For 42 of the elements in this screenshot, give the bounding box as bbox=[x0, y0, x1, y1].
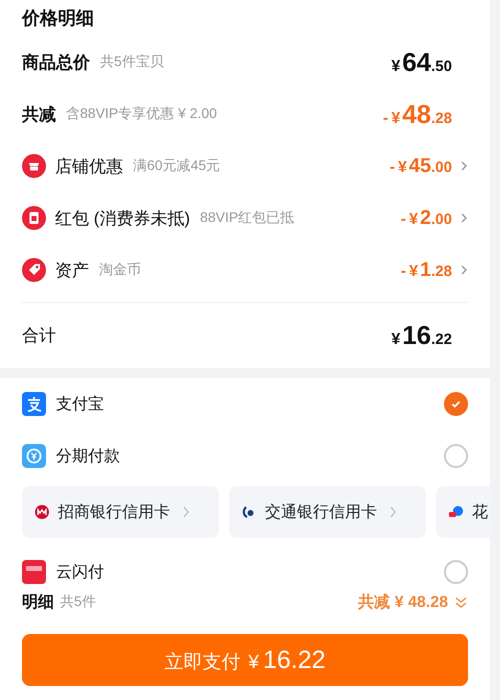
price-amount: - ¥1.28 bbox=[400, 258, 452, 282]
row-note: 共5件宝贝 bbox=[100, 53, 164, 71]
chevron-icon bbox=[182, 505, 190, 519]
row-label: 商品总价 bbox=[22, 52, 90, 74]
detail-label[interactable]: 明细 bbox=[22, 592, 54, 612]
payment-method-label[interactable]: 分期付款 bbox=[56, 446, 120, 466]
payment-method-label[interactable]: 云闪付 bbox=[56, 562, 104, 582]
shop-icon bbox=[22, 154, 46, 178]
installment-icon bbox=[22, 444, 46, 468]
radio-button[interactable] bbox=[444, 444, 468, 468]
row-note: 88VIP红包已抵 bbox=[200, 209, 294, 227]
huabei-logo-icon bbox=[448, 504, 464, 520]
discount-summary: 共减 ¥ 48.28 bbox=[358, 592, 448, 612]
bank-card-button[interactable]: 招商银行信用卡 bbox=[22, 486, 219, 538]
price-amount: ¥64.50 bbox=[391, 46, 452, 78]
price-amount: - ¥2.00 bbox=[400, 206, 452, 230]
bank-card-button[interactable]: 交通银行信用卡 bbox=[229, 486, 426, 538]
row-label: 红包 (消费券未抵) bbox=[55, 208, 190, 230]
row-note: 含88VIP专享优惠 ¥ 2.00 bbox=[66, 105, 217, 123]
total-amount: ¥16.22 bbox=[391, 320, 452, 350]
chevron-icon bbox=[389, 505, 397, 519]
radio-button[interactable] bbox=[444, 392, 468, 416]
row-label: 资产 bbox=[55, 260, 89, 282]
alipay-icon bbox=[22, 392, 46, 416]
expand-icon[interactable] bbox=[454, 595, 468, 609]
payment-method-label[interactable]: 支付宝 bbox=[56, 394, 104, 414]
price-amount: - ¥45.00 bbox=[390, 154, 452, 178]
row-note: 满60元减45元 bbox=[133, 157, 220, 175]
chevron-icon[interactable] bbox=[460, 160, 468, 172]
chevron-icon[interactable] bbox=[460, 212, 468, 224]
tag-icon bbox=[22, 258, 46, 282]
bank-logo-icon bbox=[34, 504, 50, 520]
chevron-icon[interactable] bbox=[460, 264, 468, 276]
price-amount: - ¥48.28 bbox=[382, 98, 452, 130]
section-title: 价格明细 bbox=[22, 7, 94, 30]
bank-card-button[interactable]: 花 bbox=[436, 486, 490, 538]
row-label: 共减 bbox=[22, 104, 56, 126]
row-note: 淘金币 bbox=[99, 261, 141, 279]
envelope-icon bbox=[22, 206, 46, 230]
total-label: 合计 bbox=[22, 324, 56, 346]
row-label: 店铺优惠 bbox=[55, 156, 123, 178]
item-count: 共5件 bbox=[60, 593, 96, 611]
